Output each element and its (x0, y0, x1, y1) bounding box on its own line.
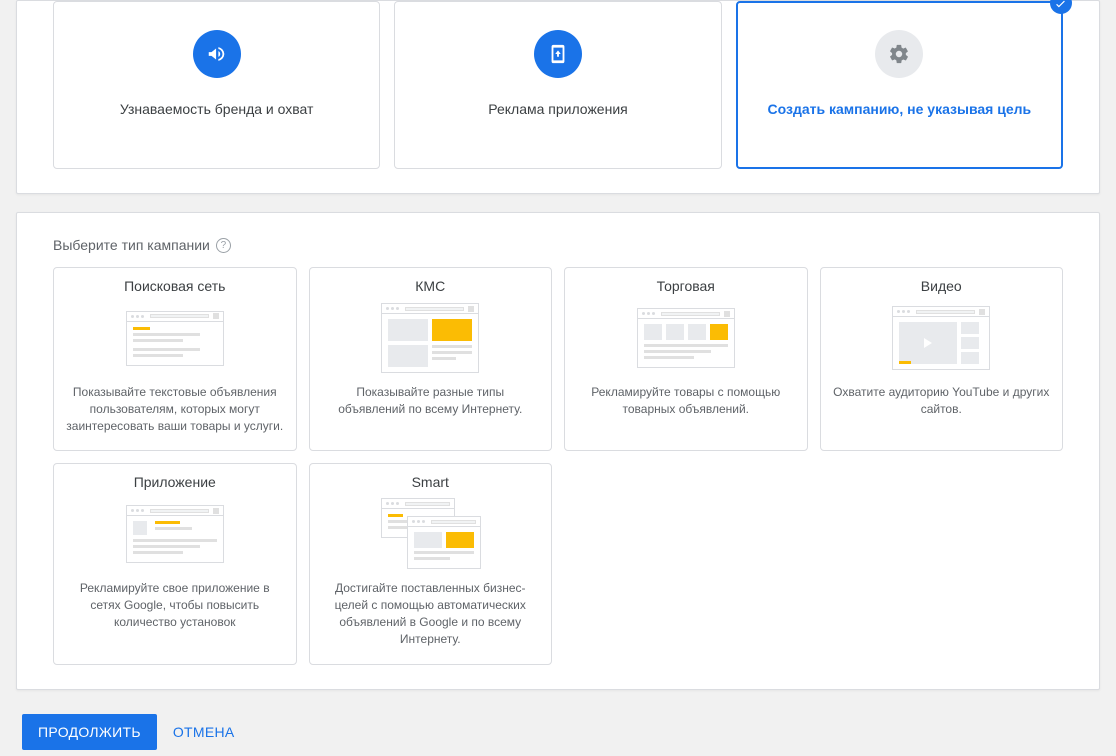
megaphone-icon (193, 30, 241, 78)
campaign-type-grid: Поисковая сеть Показывайте текстовые объ… (53, 267, 1063, 665)
goal-card-no-goal[interactable]: Создать кампанию, не указывая цель (736, 1, 1063, 169)
section-label: Выберите тип кампании ? (53, 237, 1063, 253)
type-desc: Показывайте разные типы объявлений по вс… (322, 384, 540, 418)
thumb-video-icon (886, 302, 996, 374)
goal-panel: Узнаваемость бренда и охват Реклама прил… (16, 0, 1100, 194)
thumb-app-icon (120, 498, 230, 570)
type-title: Торговая (657, 278, 715, 294)
type-desc: Достигайте поставленных бизнес-целей с п… (322, 580, 540, 647)
section-label-text: Выберите тип кампании (53, 237, 210, 253)
type-title: Приложение (134, 474, 216, 490)
campaign-type-display[interactable]: КМС Показывайте р (309, 267, 553, 451)
type-desc: Рекламируйте товары с помощью товарных о… (577, 384, 795, 418)
goal-title: Создать кампанию, не указывая цель (768, 100, 1032, 120)
type-desc: Показывайте текстовые объявления пользов… (66, 384, 284, 434)
check-badge-icon (1050, 0, 1072, 14)
campaign-type-shopping[interactable]: Торговая Рекламируйте товары с помощью т… (564, 267, 808, 451)
type-desc: Охватите аудиторию YouTube и других сайт… (833, 384, 1051, 418)
type-title: КМС (415, 278, 445, 294)
goal-title: Узнаваемость бренда и охват (120, 100, 314, 120)
goal-title: Реклама приложения (488, 100, 627, 120)
campaign-type-app[interactable]: Приложение (53, 463, 297, 664)
campaign-type-search[interactable]: Поисковая сеть Показывайте текстовые объ… (53, 267, 297, 451)
goal-card-app-ads[interactable]: Реклама приложения (394, 1, 721, 169)
help-icon[interactable]: ? (216, 238, 231, 253)
phone-download-icon (534, 30, 582, 78)
type-title: Поисковая сеть (124, 278, 225, 294)
type-desc: Рекламируйте свое приложение в сетях Goo… (66, 580, 284, 630)
type-title: Smart (412, 474, 449, 490)
thumb-display-icon (375, 302, 485, 374)
goal-row: Узнаваемость бренда и охват Реклама прил… (53, 1, 1063, 169)
thumb-shopping-icon (631, 302, 741, 374)
campaign-type-panel: Выберите тип кампании ? Поисковая сеть (16, 212, 1100, 690)
campaign-type-smart[interactable]: Smart (309, 463, 553, 664)
thumb-smart-icon (375, 498, 485, 570)
gear-icon (875, 30, 923, 78)
campaign-type-video[interactable]: Видео Охватите аудиторию YouTube и други… (820, 267, 1064, 451)
thumb-search-icon (120, 302, 230, 374)
goal-card-brand-awareness[interactable]: Узнаваемость бренда и охват (53, 1, 380, 169)
type-title: Видео (921, 278, 962, 294)
